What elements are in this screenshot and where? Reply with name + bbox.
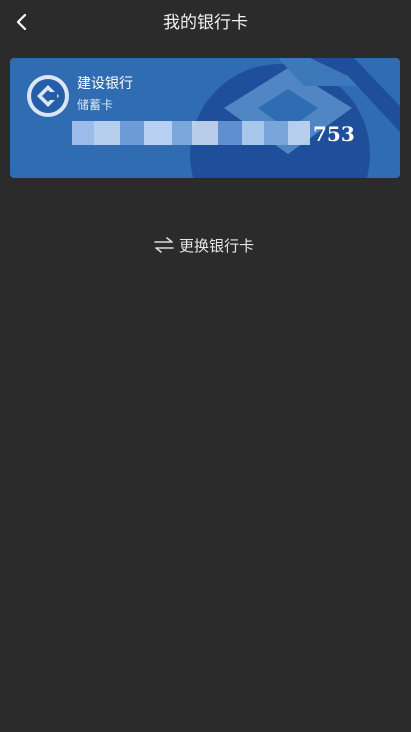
bank-name: 建设银行 <box>77 76 133 92</box>
page-title: 我的银行卡 <box>163 13 248 33</box>
change-card-button[interactable]: 更换银行卡 <box>150 234 262 258</box>
card-type: 储蓄卡 <box>77 98 114 112</box>
screen: { "nav": { "title": "我的银行卡", "back_icon"… <box>0 0 411 732</box>
swap-arrows-icon <box>154 237 174 253</box>
navigation-bar: 我的银行卡 <box>0 0 411 44</box>
ccb-logo-icon <box>27 75 69 117</box>
change-card-label: 更换银行卡 <box>179 237 255 255</box>
card-number-mask <box>72 121 310 145</box>
card-number-tail: 753 <box>313 122 355 146</box>
bank-card[interactable]: 建设银行 储蓄卡 753 <box>10 58 400 178</box>
